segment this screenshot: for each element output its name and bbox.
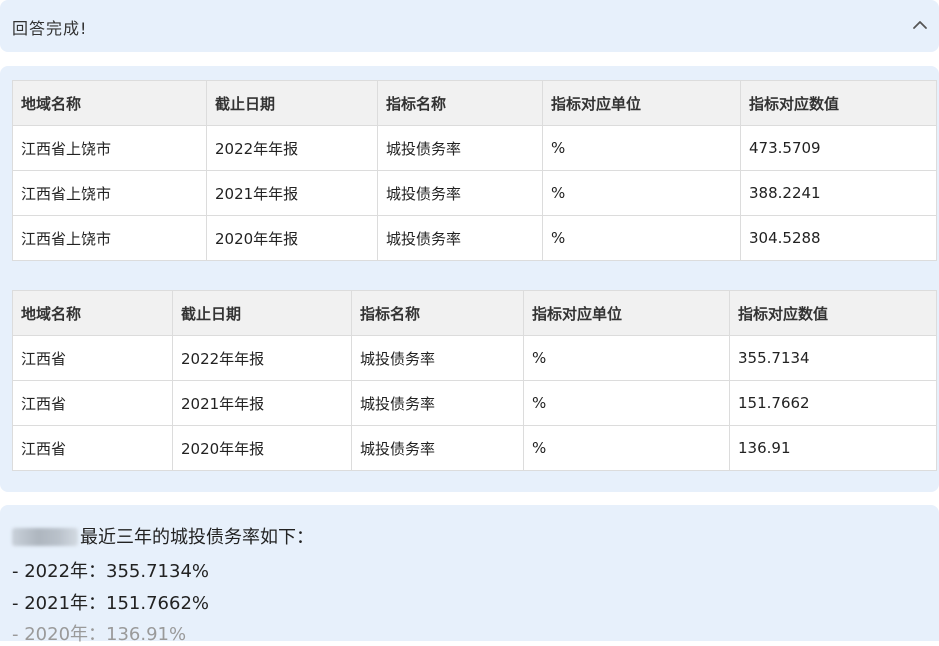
cell-unit: % [523, 335, 730, 381]
answer-header: 回答完成! [0, 0, 939, 52]
cell-unit: % [523, 425, 730, 471]
redacted-region-name [12, 528, 78, 546]
column-header-indicator: 指标名称 [377, 80, 543, 126]
cell-indicator: 城投债务率 [351, 380, 524, 426]
answer-status-title: 回答完成! [12, 19, 88, 38]
cell-value: 355.7134 [729, 335, 937, 381]
column-header-region: 地域名称 [12, 80, 207, 126]
cell-unit: % [523, 380, 730, 426]
cell-region: 江西省上饶市 [12, 170, 207, 216]
column-header-unit: 指标对应单位 [523, 290, 730, 336]
column-header-value: 指标对应数值 [740, 80, 937, 126]
table-row: 江西省上饶市 2020年年报 城投债务率 % 304.5288 [12, 215, 937, 261]
column-header-indicator: 指标名称 [351, 290, 524, 336]
cell-indicator: 城投债务率 [377, 215, 543, 261]
cell-date: 2022年年报 [206, 125, 378, 171]
table-row: 江西省上饶市 2022年年报 城投债务率 % 473.5709 [12, 125, 937, 171]
table-row: 江西省 2020年年报 城投债务率 % 136.91 [12, 425, 937, 471]
cell-indicator: 城投债务率 [377, 170, 543, 216]
table-header-row: 地域名称 截止日期 指标名称 指标对应单位 指标对应数值 [12, 80, 937, 126]
table-header-row: 地域名称 截止日期 指标名称 指标对应单位 指标对应数值 [12, 290, 937, 336]
table-row: 江西省上饶市 2021年年报 城投债务率 % 388.2241 [12, 170, 937, 216]
cell-indicator: 城投债务率 [351, 335, 524, 381]
cell-date: 2021年年报 [172, 380, 352, 426]
cell-value: 151.7662 [729, 380, 937, 426]
summary-intro-text: 最近三年的城投债务率如下： [80, 527, 314, 548]
city-data-table: 地域名称 截止日期 指标名称 指标对应单位 指标对应数值 江西省上饶市 2022… [12, 80, 937, 261]
cell-date: 2020年年报 [172, 425, 352, 471]
cell-region: 江西省上饶市 [12, 125, 207, 171]
cell-region: 江西省 [12, 335, 173, 381]
cell-unit: % [542, 215, 741, 261]
cell-date: 2021年年报 [206, 170, 378, 216]
cell-indicator: 城投债务率 [351, 425, 524, 471]
cell-value: 136.91 [729, 425, 937, 471]
cell-region: 江西省 [12, 425, 173, 471]
summary-line-2020: - 2020年：136.91% [12, 624, 187, 645]
province-data-table: 地域名称 截止日期 指标名称 指标对应单位 指标对应数值 江西省 2022年年报… [12, 290, 937, 471]
column-header-date: 截止日期 [172, 290, 352, 336]
cell-region: 江西省 [12, 380, 173, 426]
cell-date: 2020年年报 [206, 215, 378, 261]
cell-indicator: 城投债务率 [377, 125, 543, 171]
chevron-up-icon[interactable] [911, 16, 929, 34]
table-row: 江西省 2021年年报 城投债务率 % 151.7662 [12, 380, 937, 426]
cell-unit: % [542, 125, 741, 171]
cell-date: 2022年年报 [172, 335, 352, 381]
cell-unit: % [542, 170, 741, 216]
cell-value: 304.5288 [740, 215, 937, 261]
cell-value: 473.5709 [740, 125, 937, 171]
summary-panel: 最近三年的城投债务率如下： - 2022年：355.7134% - 2021年：… [0, 505, 939, 645]
column-header-unit: 指标对应单位 [542, 80, 741, 126]
column-header-region: 地域名称 [12, 290, 173, 336]
summary-intro-line: 最近三年的城投债务率如下： [12, 523, 314, 549]
summary-line-2022: - 2022年：355.7134% [12, 561, 210, 582]
summary-line-2021: - 2021年：151.7662% [12, 593, 210, 614]
column-header-date: 截止日期 [206, 80, 378, 126]
cell-value: 388.2241 [740, 170, 937, 216]
table-row: 江西省 2022年年报 城投债务率 % 355.7134 [12, 335, 937, 381]
column-header-value: 指标对应数值 [729, 290, 937, 336]
cell-region: 江西省上饶市 [12, 215, 207, 261]
